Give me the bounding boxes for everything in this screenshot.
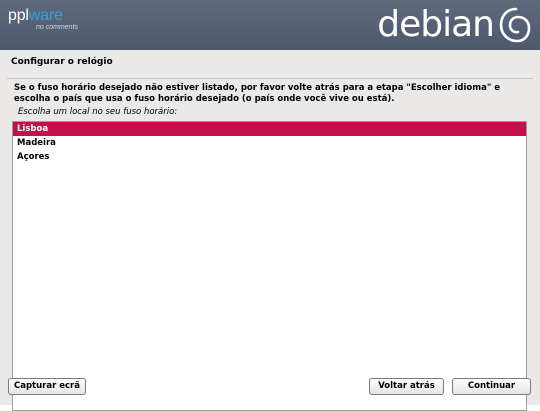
debian-swirl-icon bbox=[499, 7, 531, 43]
pplware-logo-ware: ware bbox=[28, 7, 63, 24]
timezone-list[interactable]: Lisboa Madeira Açores bbox=[12, 121, 527, 411]
debian-logo-text: debian bbox=[377, 4, 495, 45]
header-banner: pplware no comments debian bbox=[0, 0, 540, 50]
screenshot-button[interactable]: Capturar ecrã bbox=[8, 378, 86, 395]
continue-button[interactable]: Continuar bbox=[452, 378, 531, 395]
prompt-label: Escolha um local no seu fuso horário: bbox=[18, 107, 178, 117]
back-button[interactable]: Voltar atrás bbox=[369, 378, 444, 395]
timezone-option-madeira[interactable]: Madeira bbox=[13, 136, 526, 150]
pplware-logo: pplware bbox=[8, 8, 63, 24]
description-text: Se o fuso horário desejado não estiver l… bbox=[14, 83, 500, 104]
installer-panel: Configurar o relógio Se o fuso horário d… bbox=[0, 50, 540, 411]
timezone-option-lisboa[interactable]: Lisboa bbox=[13, 122, 526, 136]
timezone-option-acores[interactable]: Açores bbox=[13, 150, 526, 164]
pplware-logo-ppl: ppl bbox=[8, 7, 29, 24]
title-divider bbox=[7, 78, 533, 79]
pplware-tagline: no comments bbox=[36, 24, 79, 31]
step-title: Configurar o relógio bbox=[11, 57, 113, 67]
